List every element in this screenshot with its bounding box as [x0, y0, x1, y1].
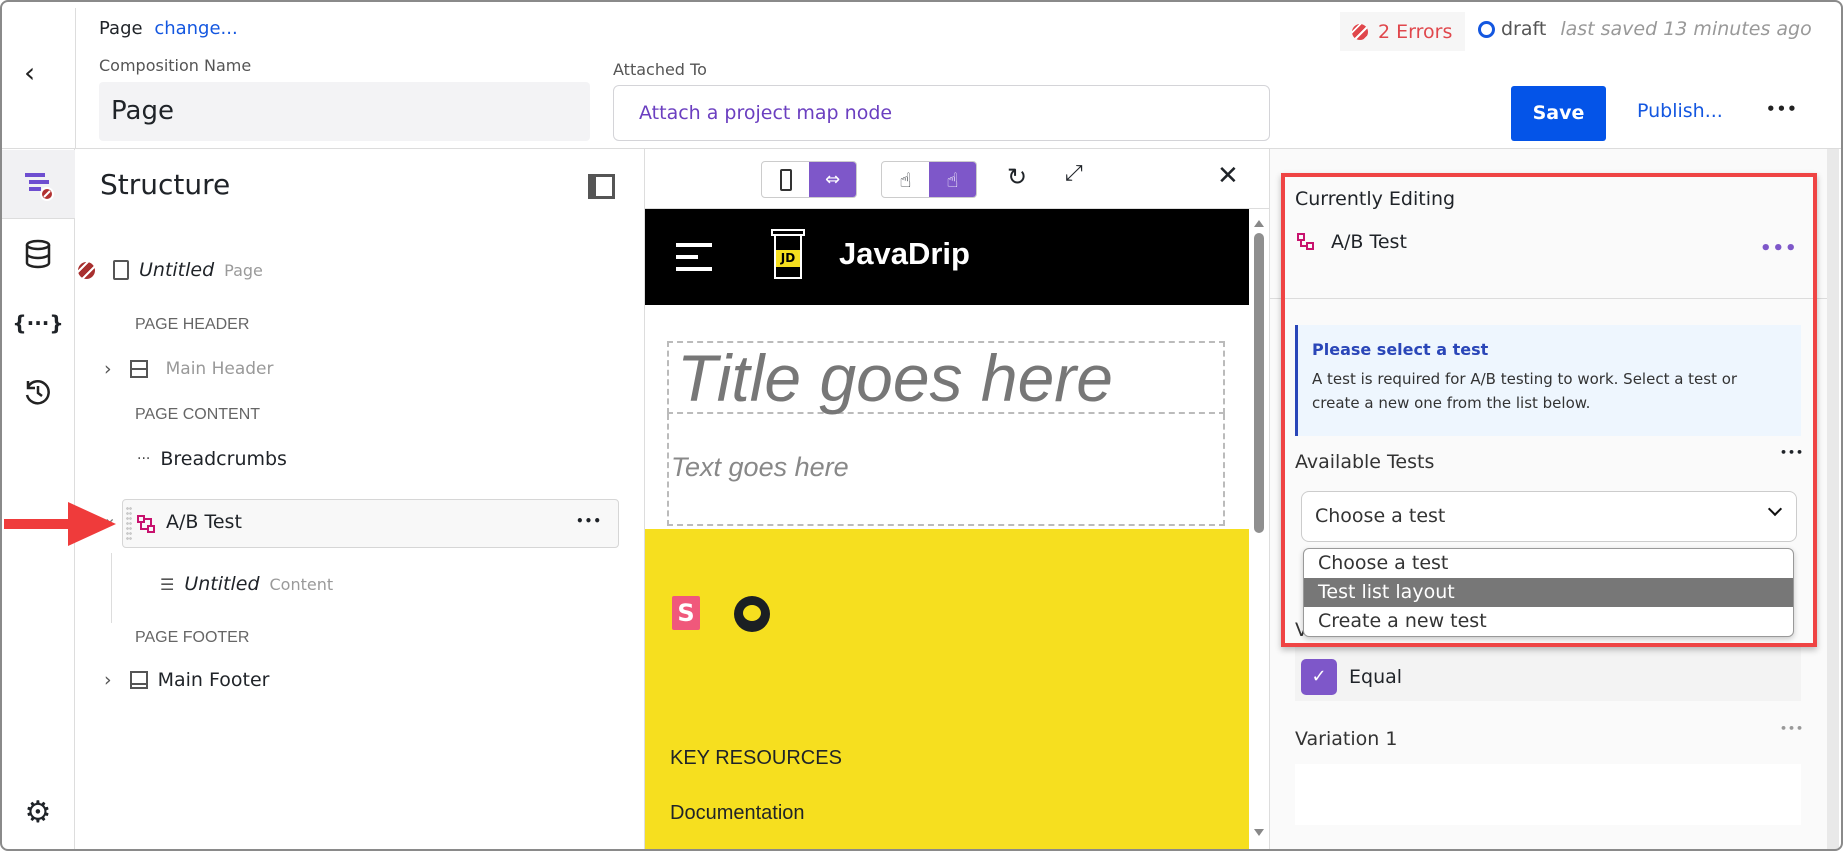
- publish-button[interactable]: Publish...: [1637, 100, 1723, 122]
- monitor-icon: ⇔: [824, 169, 841, 190]
- equal-row: ✓ Equal: [1295, 647, 1801, 701]
- item-more-button[interactable]: •••: [576, 514, 602, 528]
- desktop-view-button[interactable]: ⇔: [809, 162, 856, 197]
- section-page-footer: PAGE FOOTER: [135, 629, 250, 646]
- status: draft last saved 13 minutes ago: [1478, 18, 1812, 40]
- tree-item-untitled-content[interactable]: ☰ Untitled Content: [160, 573, 333, 595]
- draft-status-icon: [1478, 20, 1495, 38]
- highlight-box: [1281, 173, 1817, 647]
- footer-block-icon: [129, 671, 148, 689]
- change-type-link[interactable]: change...: [154, 18, 237, 39]
- variation-input[interactable]: [1295, 764, 1801, 825]
- hand-off-icon: ☝: [946, 167, 959, 192]
- settings-icon[interactable]: ⚙: [22, 795, 54, 830]
- content-type: Content: [269, 574, 334, 594]
- documentation-link[interactable]: Documentation: [670, 802, 805, 825]
- attached-to-label: Attached To: [613, 60, 707, 79]
- tree-item-main-footer[interactable]: › Main Footer: [104, 669, 269, 691]
- select-mode-button[interactable]: ☝: [929, 162, 976, 197]
- tree-item-ab-test[interactable]: A/B Test •••: [122, 499, 619, 548]
- site-header: JD JavaDrip: [645, 209, 1249, 305]
- interact-mode-button[interactable]: ☝: [882, 162, 929, 197]
- breadcrumbs-label: Breadcrumbs: [160, 448, 287, 470]
- attach-node-input[interactable]: Attach a project map node: [613, 85, 1270, 141]
- ab-test-icon: [137, 515, 155, 533]
- close-preview-icon[interactable]: ✕: [1217, 161, 1239, 191]
- back-button[interactable]: ‹: [24, 58, 54, 88]
- history-icon[interactable]: [22, 376, 54, 408]
- main-header-label: Main Header: [165, 359, 274, 379]
- equal-checkbox[interactable]: ✓: [1301, 659, 1337, 695]
- storybook-icon[interactable]: S: [672, 596, 700, 630]
- variables-icon[interactable]: {···}: [12, 307, 63, 339]
- brand-name[interactable]: JavaDrip: [839, 236, 970, 272]
- page-type-label: Page: [99, 18, 143, 39]
- database-icon[interactable]: [22, 238, 54, 270]
- github-icon[interactable]: [734, 596, 770, 632]
- logo-band: JD: [776, 250, 800, 267]
- title-placeholder[interactable]: Title goes here: [667, 341, 1225, 414]
- header-block-icon: [129, 360, 148, 378]
- content-lines-icon: ☰: [160, 574, 175, 594]
- errors-count: 2 Errors: [1378, 20, 1453, 43]
- tree-item-breadcrumbs[interactable]: ··· Breadcrumbs: [137, 448, 287, 470]
- canvas-toolbar: ⇔ ☝ ☝ ↻ ⤢ ✕: [645, 149, 1269, 209]
- section-page-content: PAGE CONTENT: [135, 406, 261, 423]
- page-type: Page change...: [99, 18, 238, 39]
- status-label: draft: [1501, 18, 1547, 40]
- javadrip-logo: JD: [769, 229, 807, 281]
- equal-label: Equal: [1349, 666, 1403, 688]
- variation-label: Variation 1: [1295, 728, 1398, 750]
- tree-guide-line: [111, 553, 112, 623]
- root-name: Untitled: [139, 259, 215, 281]
- save-button[interactable]: Save: [1511, 86, 1606, 141]
- chevron-right-icon[interactable]: ›: [104, 358, 112, 380]
- more-options-button[interactable]: •••: [1766, 100, 1798, 118]
- drag-handle[interactable]: [126, 506, 132, 542]
- composition-name-input[interactable]: Page: [99, 82, 590, 141]
- error-icon: [78, 261, 95, 279]
- root-type: Page: [224, 260, 263, 280]
- section-page-header: PAGE HEADER: [135, 316, 250, 333]
- tree-item-main-header[interactable]: › Main Header: [104, 358, 274, 380]
- structure-icon[interactable]: [22, 169, 54, 201]
- preview-viewport: JD JavaDrip Title goes here Text goes he…: [645, 209, 1249, 851]
- phone-icon: [779, 168, 792, 191]
- toggle-panel-icon[interactable]: [588, 174, 615, 199]
- variation-more-button[interactable]: •••: [1780, 722, 1804, 735]
- key-resources-heading: KEY RESOURCES: [670, 747, 842, 769]
- text-placeholder[interactable]: Text goes here: [667, 414, 1225, 526]
- tree-root-page[interactable]: Untitled Page: [78, 259, 263, 281]
- refresh-icon[interactable]: ↻: [1007, 163, 1027, 191]
- header-divider: [75, 8, 76, 148]
- ab-test-label: A/B Test: [166, 511, 242, 533]
- properties-scrollbar[interactable]: [1827, 149, 1839, 849]
- structure-title: Structure: [100, 168, 231, 201]
- error-icon: [1352, 23, 1368, 40]
- composition-name-label: Composition Name: [99, 56, 252, 75]
- main-footer-label: Main Footer: [157, 669, 270, 691]
- expand-icon[interactable]: ⤢: [1065, 161, 1083, 186]
- scrollbar-thumb[interactable]: [1254, 233, 1264, 533]
- breadcrumbs-icon: ···: [137, 451, 151, 467]
- chevron-right-icon[interactable]: ›: [104, 669, 112, 691]
- viewport-toggle: ⇔: [761, 161, 857, 198]
- annotation-arrow: [4, 502, 116, 546]
- page-document-icon: [113, 260, 129, 280]
- errors-badge[interactable]: 2 Errors: [1340, 12, 1465, 51]
- last-saved: last saved 13 minutes ago: [1560, 18, 1812, 40]
- mobile-view-button[interactable]: [762, 162, 809, 197]
- site-footer: S KEY RESOURCES Documentation: [645, 529, 1249, 851]
- content-name: Untitled: [184, 573, 260, 595]
- hamburger-icon[interactable]: [676, 243, 712, 271]
- interaction-toggle: ☝ ☝: [881, 161, 977, 198]
- preview-scrollbar[interactable]: [1250, 209, 1268, 851]
- hand-pointer-icon: ☝: [899, 167, 912, 192]
